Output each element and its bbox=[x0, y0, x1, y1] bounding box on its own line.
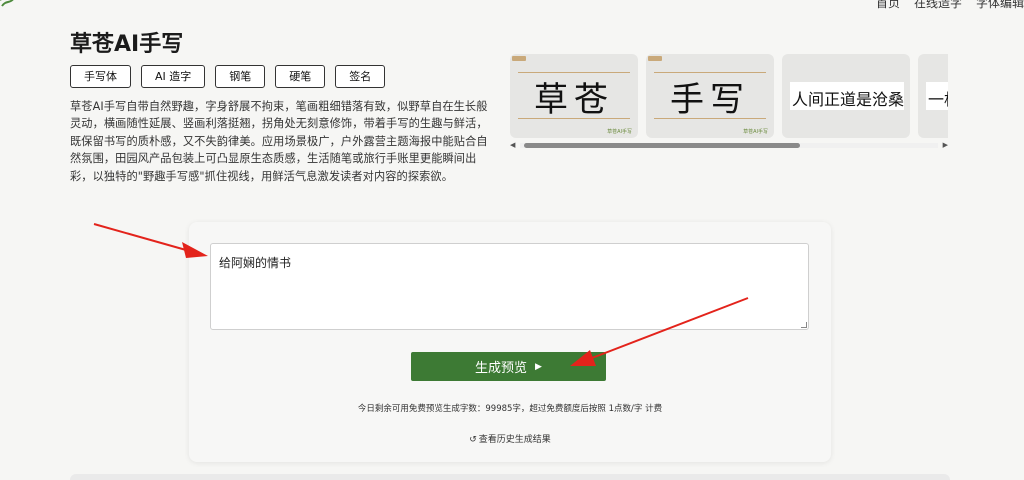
resize-grip-icon[interactable] bbox=[801, 322, 807, 328]
font-description: 草苍AI手写自带自然野趣，字身舒展不拘束，笔画粗细错落有致，似野草自在生长般灵动… bbox=[70, 100, 488, 183]
preview-gallery: 草苍 草苍AI手写 手写 草苍AI手写 人间正道是沧桑 一杯 bbox=[510, 54, 948, 150]
card-sample-text: 人间正道是沧桑 bbox=[792, 90, 905, 109]
tag-ai-font[interactable]: AI 造字 bbox=[141, 65, 206, 88]
annotation-arrow-1 bbox=[93, 223, 187, 251]
history-label: 查看历史生成结果 bbox=[478, 435, 551, 445]
scroll-thumb[interactable] bbox=[524, 143, 800, 148]
gallery-scrollbar[interactable]: ◀ ▶ bbox=[510, 141, 948, 150]
tag-hard-pen[interactable]: 硬笔 bbox=[275, 65, 326, 88]
card-sample-text: 手写 bbox=[670, 80, 750, 120]
tag-signature[interactable]: 签名 bbox=[335, 65, 386, 88]
nav-home[interactable]: 首页 bbox=[876, 0, 900, 11]
generate-label: 生成预览 bbox=[475, 361, 528, 376]
preview-card[interactable]: 草苍 草苍AI手写 bbox=[510, 54, 638, 138]
tag-pen[interactable]: 钢笔 bbox=[215, 65, 266, 88]
nav-font-editor[interactable]: 字体编辑 bbox=[976, 0, 1024, 11]
generate-preview-button[interactable]: 生成预览 ▶ bbox=[411, 352, 606, 381]
tag-list: 手写体 AI 造字 钢笔 硬笔 签名 bbox=[70, 65, 386, 88]
text-input[interactable] bbox=[210, 243, 809, 330]
preview-card[interactable]: 手写 草苍AI手写 bbox=[646, 54, 774, 138]
card-badge: 草苍AI手写 bbox=[743, 129, 768, 135]
history-link[interactable]: ↺ 查看历史生成结果 bbox=[189, 432, 831, 445]
nav-online-font[interactable]: 在线造字 bbox=[914, 0, 962, 11]
card-sample-text: 一杯 bbox=[928, 90, 948, 109]
card-strip: 一杯 bbox=[926, 82, 948, 110]
scroll-right-icon[interactable]: ▶ bbox=[943, 141, 948, 150]
card-corner-tag bbox=[648, 56, 662, 61]
tag-handwriting[interactable]: 手写体 bbox=[70, 65, 131, 88]
top-nav: 首页 在线造字 字体编辑 bbox=[876, 0, 1024, 11]
card-strip: 人间正道是沧桑 bbox=[790, 82, 904, 110]
scroll-left-icon[interactable]: ◀ bbox=[510, 141, 515, 150]
page-title: 草苍AI手写 bbox=[70, 32, 184, 57]
quota-text: 今日剩余可用免费预览生成字数：99985字，超过免费额度后按照 1点数/字 计费 bbox=[357, 404, 663, 414]
card-corner-tag bbox=[512, 56, 526, 61]
generator-panel: 生成预览 ▶ 今日剩余可用免费预览生成字数：99985字，超过免费额度后按照 1… bbox=[189, 222, 831, 462]
bottom-panel-edge bbox=[70, 474, 950, 480]
card-sample-text: 草苍 bbox=[534, 80, 614, 120]
preview-card[interactable]: 人间正道是沧桑 bbox=[782, 54, 910, 138]
card-badge: 草苍AI手写 bbox=[607, 129, 632, 135]
play-icon: ▶ bbox=[535, 361, 542, 372]
history-icon: ↺ bbox=[469, 435, 477, 445]
logo-fragment bbox=[0, 0, 14, 7]
preview-card[interactable]: 一杯 bbox=[918, 54, 948, 138]
